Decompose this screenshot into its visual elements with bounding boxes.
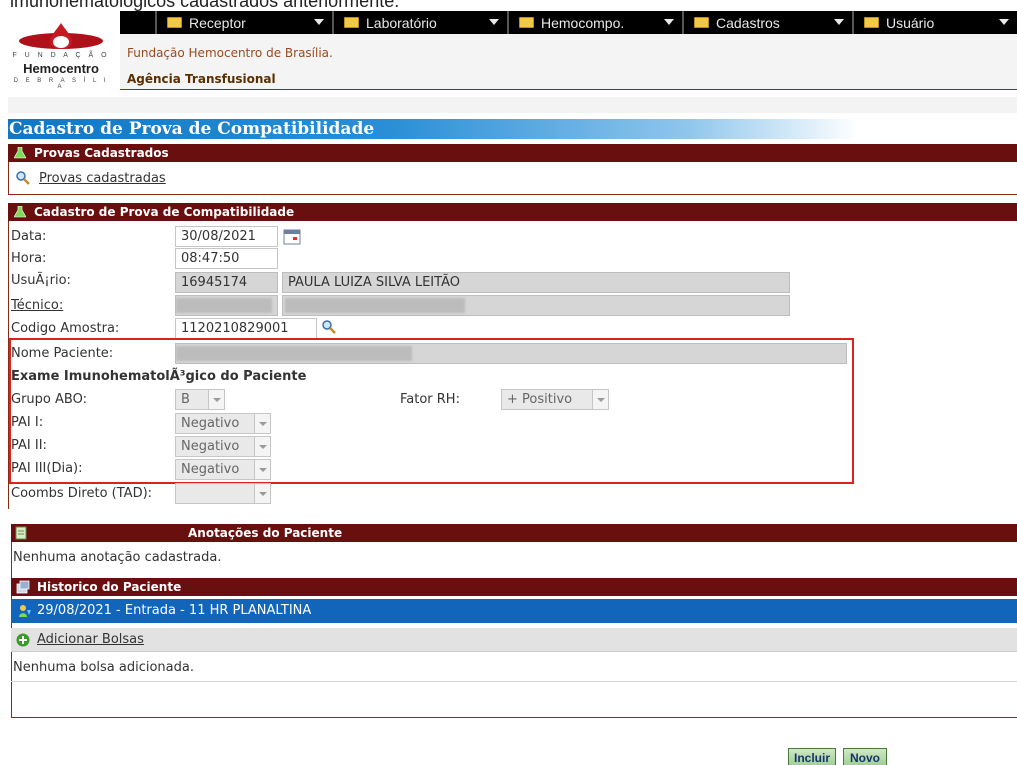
calendar-icon[interactable]	[283, 229, 301, 245]
menu-receptor[interactable]: Receptor	[155, 11, 332, 34]
tecnico-name-field	[282, 295, 790, 316]
folder-icon	[344, 17, 359, 28]
menu-usuario[interactable]: Usuário	[852, 11, 1017, 34]
dropdown-arrow-icon	[489, 19, 499, 25]
section-historico: Historico do Paciente	[11, 578, 1017, 596]
redacted-block	[176, 298, 272, 313]
incluir-button[interactable]: Incluir	[788, 748, 836, 765]
menu-cadastros[interactable]: Cadastros	[682, 11, 852, 34]
adicionar-bolsas-bar: Adicionar Bolsas	[11, 628, 1017, 652]
section-anotacoes-title: Anotações do Paciente	[188, 526, 343, 540]
dropdown-arrow-icon	[664, 19, 674, 25]
historico-entry-row[interactable]: 29/08/2021 - Entrada - 11 HR PLANALTINA	[11, 599, 1017, 623]
menu-laboratorio[interactable]: Laboratório	[332, 11, 507, 34]
provas-cadastradas-link[interactable]: Provas cadastradas	[39, 171, 166, 186]
chevron-down-icon	[254, 484, 270, 503]
section-cadastro-title: Cadastro de Prova de Compatibilidade	[34, 205, 295, 219]
redacted-block	[285, 298, 465, 313]
logo-hemocentro-text: Hemocentro	[23, 61, 99, 76]
main-menu-bar: Receptor Laboratório Hemocompo. Cadastro…	[120, 11, 1017, 34]
tecnico-label[interactable]: Técnico:	[11, 298, 63, 313]
bolsas-empty-text: Nenhuma bolsa adicionada.	[13, 660, 194, 675]
notes-icon	[15, 526, 27, 540]
section-anotacoes: Anotações do Paciente	[11, 524, 1017, 542]
data-field[interactable]: 30/08/2021	[175, 226, 278, 247]
logo-brasilia-text: D E B R A S Í L I A	[13, 78, 109, 90]
logo-fundacao-text: F U N D A Ç Ã O	[12, 52, 110, 59]
highlight-box	[9, 338, 854, 484]
anotacoes-empty-text: Nenhuma anotação cadastrada.	[13, 550, 222, 565]
menu-hemocompo-label: Hemocompo.	[541, 14, 625, 31]
flask-icon	[14, 206, 26, 218]
section-cadastro-prova: Cadastro de Prova de Compatibilidade	[8, 203, 1017, 221]
agency-name: Agência Transfusional	[127, 72, 276, 86]
add-icon[interactable]	[16, 633, 30, 647]
coombs-label: Coombs Direto (TAD):	[11, 486, 153, 501]
section-provas-title: Provas Cadastrados	[34, 146, 169, 160]
hora-label: Hora:	[11, 251, 47, 266]
menu-cadastros-label: Cadastros	[716, 14, 780, 31]
usuario-id-field: 16945174	[175, 272, 278, 293]
menu-hemocompo[interactable]: Hemocompo.	[507, 11, 682, 34]
patient-icon	[19, 605, 31, 617]
foundation-name: Fundação Hemocentro de Brasília.	[127, 46, 333, 60]
menu-receptor-label: Receptor	[189, 14, 246, 31]
magnifier-icon	[16, 171, 30, 185]
hemocentro-logo: F U N D A Ç Ã O Hemocentro D E B R A S Í…	[8, 22, 118, 94]
tecnico-id-field	[175, 295, 278, 316]
dropdown-arrow-icon	[834, 19, 844, 25]
magnifier-icon[interactable]	[322, 320, 336, 334]
usuario-label: UsuÃ¡rio:	[11, 273, 71, 288]
history-icon	[16, 580, 30, 594]
novo-button[interactable]: Novo	[843, 748, 887, 765]
codigo-amostra-label: Codigo Amostra:	[11, 321, 120, 336]
section-provas-cadastrados: Provas Cadastrados	[8, 144, 1017, 162]
folder-icon	[167, 17, 182, 28]
data-label: Data:	[11, 229, 47, 244]
divider	[11, 681, 1017, 682]
folder-icon	[694, 17, 709, 28]
blood-drop-logo-icon	[19, 23, 103, 49]
historico-entry-text: 29/08/2021 - Entrada - 11 HR PLANALTINA	[37, 603, 312, 618]
adicionar-bolsas-link[interactable]: Adicionar Bolsas	[37, 632, 144, 647]
menu-usuario-label: Usuário	[886, 14, 935, 31]
folder-icon	[519, 17, 534, 28]
dropdown-arrow-icon	[999, 19, 1009, 25]
usuario-name-field: PAULA LUIZA SILVA LEITÃO	[282, 272, 790, 293]
menu-laboratorio-label: Laboratório	[366, 14, 437, 31]
header-spacer-band	[8, 97, 1017, 113]
codigo-amostra-field[interactable]: 1120210829001	[175, 318, 317, 339]
coombs-select[interactable]	[175, 483, 271, 504]
section-historico-title: Historico do Paciente	[37, 580, 182, 594]
hora-field[interactable]: 08:47:50	[175, 248, 278, 269]
flask-icon	[14, 147, 26, 159]
page-title: Cadastro de Prova de Compatibilidade	[8, 119, 858, 139]
folder-icon	[864, 17, 879, 28]
dropdown-arrow-icon	[314, 19, 324, 25]
